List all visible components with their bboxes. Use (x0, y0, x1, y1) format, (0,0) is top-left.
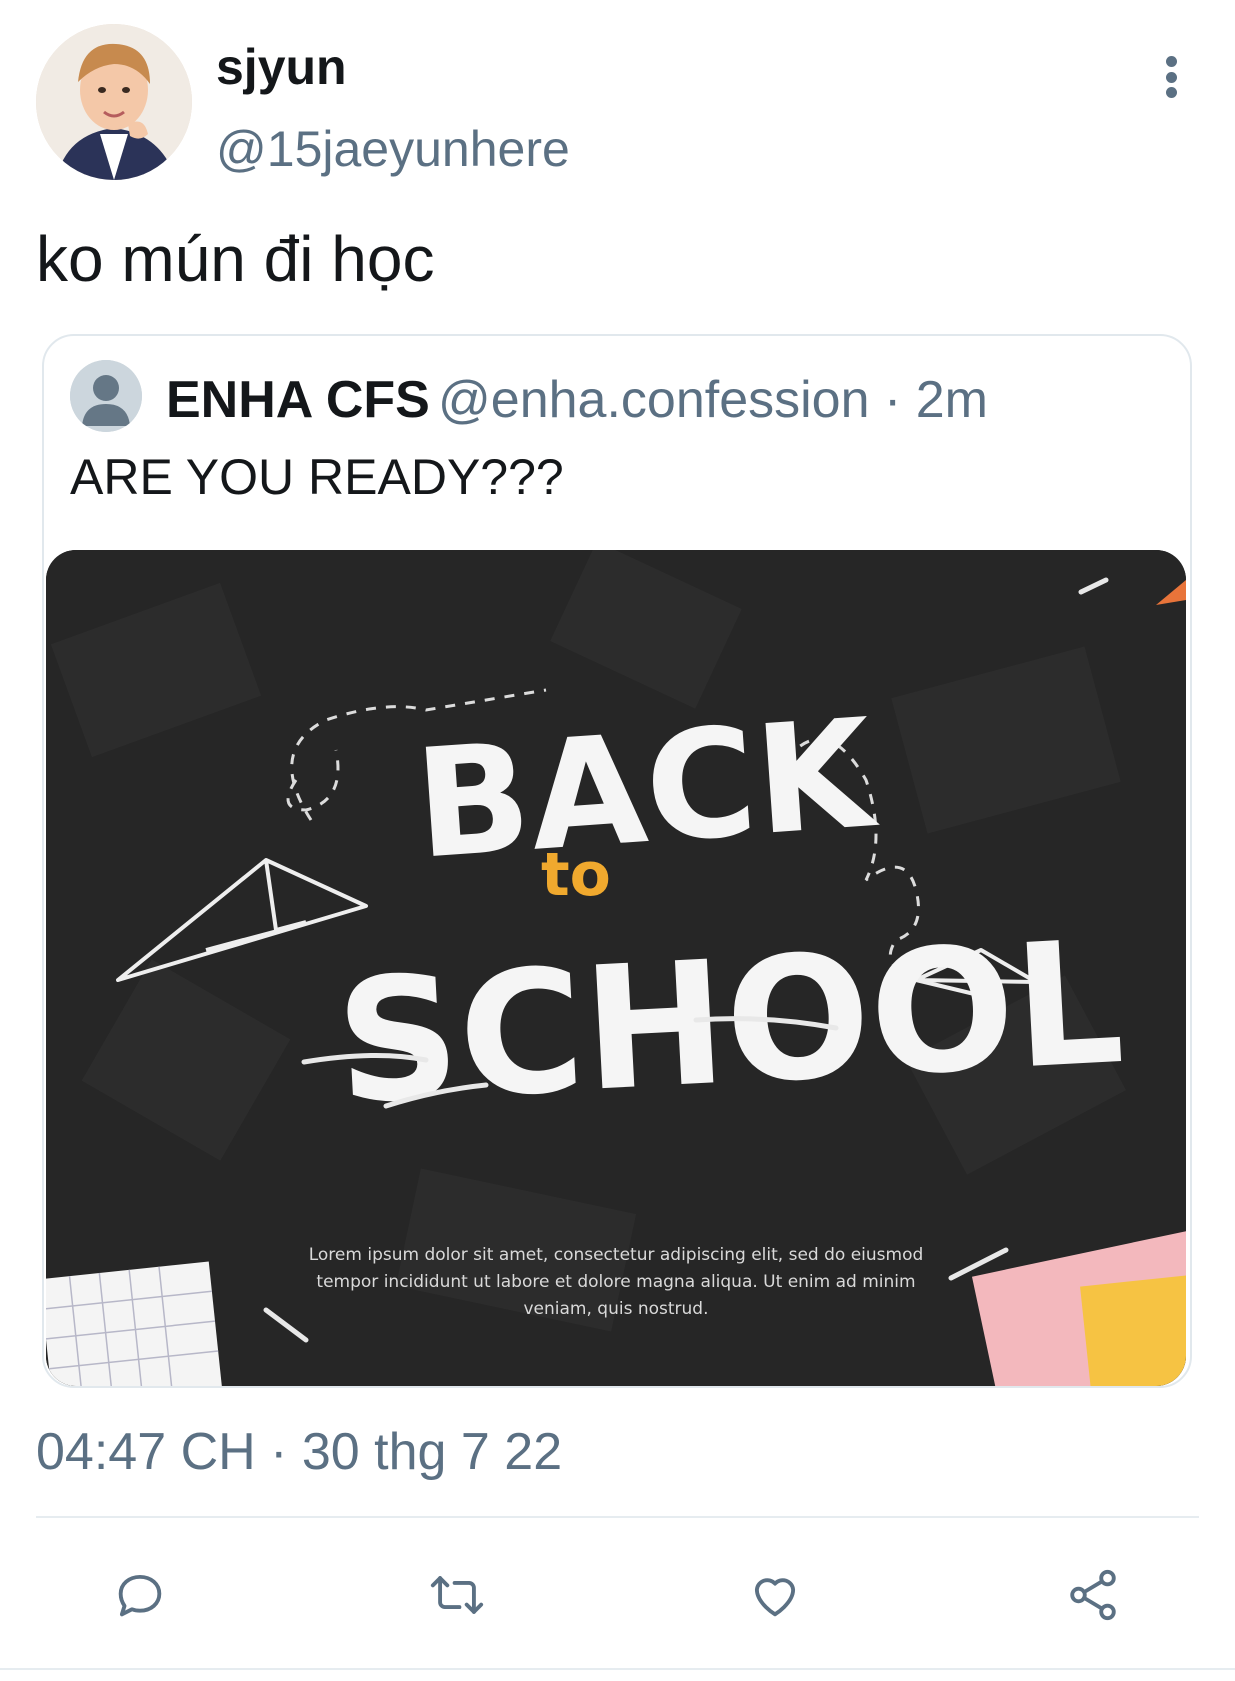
quoted-tweet-card[interactable]: ENHA CFS @enha.confession · 2m ARE YOU R… (42, 334, 1192, 1388)
like-button[interactable] (740, 1560, 810, 1630)
image-placeholder-text: Lorem ipsum dolor sit amet, consectetur … (308, 1245, 924, 1319)
like-icon (754, 1578, 796, 1617)
tweet-text: ko mún đi học (36, 223, 435, 295)
tweet-header: sjyun @15jaeyunhere (0, 0, 1235, 200)
svg-text:SCHOOL: SCHOOL (332, 904, 1128, 1143)
dot (1165, 56, 1177, 67)
author-display-name[interactable]: sjyun (216, 38, 347, 96)
quoted-handle-time[interactable]: @enha.confession · 2m (438, 370, 988, 430)
divider (0, 1668, 1235, 1670)
author-handle[interactable]: @15jaeyunhere (216, 120, 570, 178)
retweet-icon (430, 1576, 484, 1614)
quoted-text: ARE YOU READY??? (70, 449, 564, 505)
tweet-timestamp[interactable]: 04:47 CH · 30 thg 7 22 (36, 1422, 562, 1482)
quoted-display-name[interactable]: ENHA CFS (166, 370, 430, 430)
svg-text:BACK: BACK (410, 687, 883, 893)
dot (1165, 87, 1177, 98)
retweet-button[interactable] (422, 1560, 492, 1630)
default-avatar-icon (70, 360, 142, 432)
tweet-actions-bar (0, 1560, 1235, 1630)
share-icon (1070, 1569, 1116, 1621)
quoted-author-avatar[interactable] (70, 360, 142, 432)
dot (1165, 71, 1177, 83)
quoted-image[interactable]: BACK SCHOOL to Lorem ipsum dolor sit ame… (46, 550, 1186, 1386)
more-options-icon[interactable] (1150, 52, 1192, 102)
reply-icon (118, 1574, 162, 1617)
reply-button[interactable] (105, 1560, 175, 1630)
svg-text:to: to (541, 840, 611, 910)
divider (36, 1516, 1199, 1518)
share-button[interactable] (1058, 1560, 1128, 1630)
author-avatar[interactable] (36, 24, 192, 180)
